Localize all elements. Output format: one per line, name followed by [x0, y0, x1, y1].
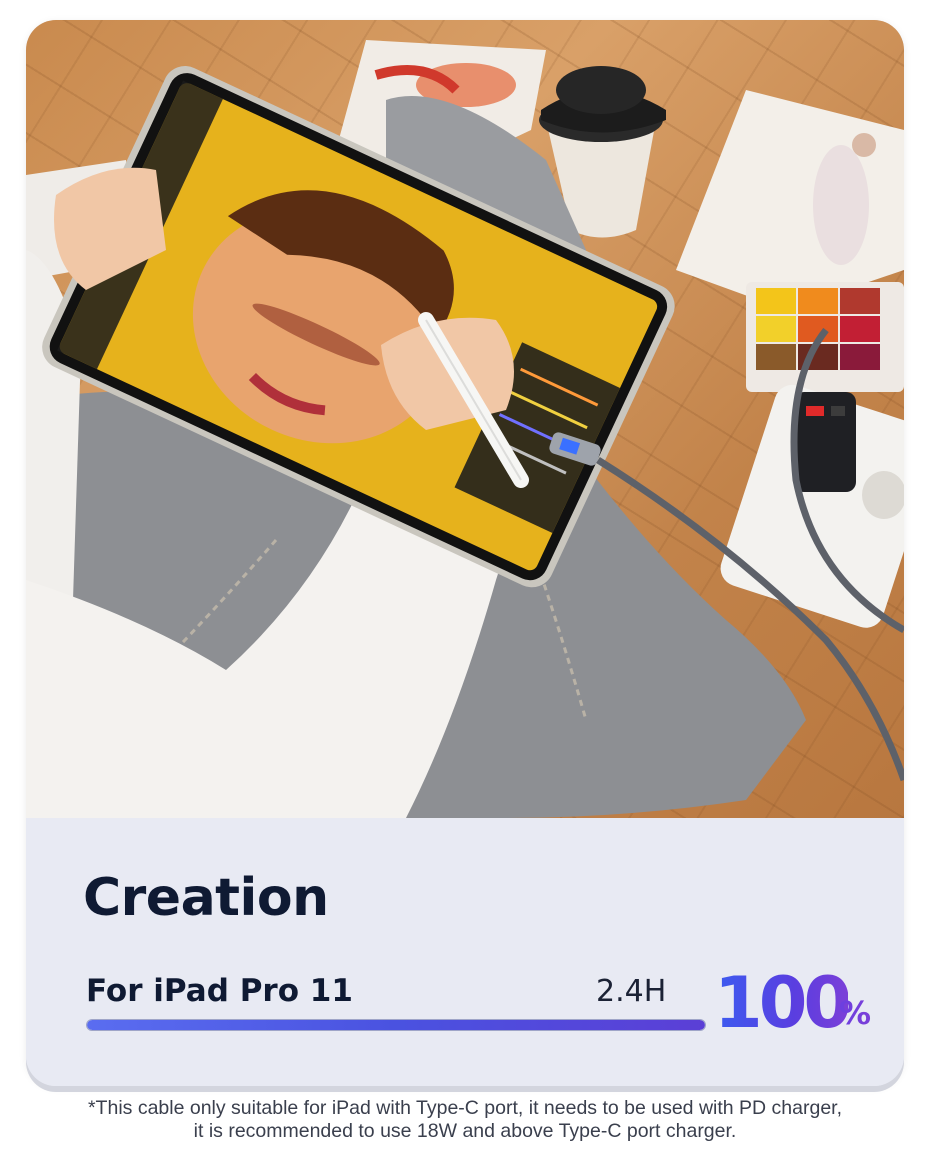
percent-sign: % — [839, 994, 872, 1032]
disclaimer-line-1: *This cable only suitable for iPad with … — [87, 1097, 843, 1119]
charge-percent: 100 — [714, 962, 852, 1044]
product-card: Creation For iPad Pro 11 2.4H 100 % — [26, 20, 904, 1086]
disclaimer-note: *This cable only suitable for iPad with … — [30, 1097, 900, 1143]
power-strip-with-charger — [720, 384, 904, 628]
charge-time: 2.4H — [596, 974, 667, 1009]
lifestyle-photo — [26, 20, 904, 818]
device-label: For iPad Pro 11 — [86, 973, 353, 1009]
charge-progress-fill — [87, 1020, 705, 1030]
photo-illustration — [26, 40, 904, 818]
fashion-sketch-paper — [676, 90, 904, 310]
page-title: Creation — [83, 868, 329, 928]
charge-progress-bar — [86, 1019, 706, 1031]
disclaimer-line-2: it is recommended to use 18W and above T… — [193, 1120, 737, 1142]
info-panel: Creation For iPad Pro 11 2.4H 100 % — [26, 818, 904, 1086]
